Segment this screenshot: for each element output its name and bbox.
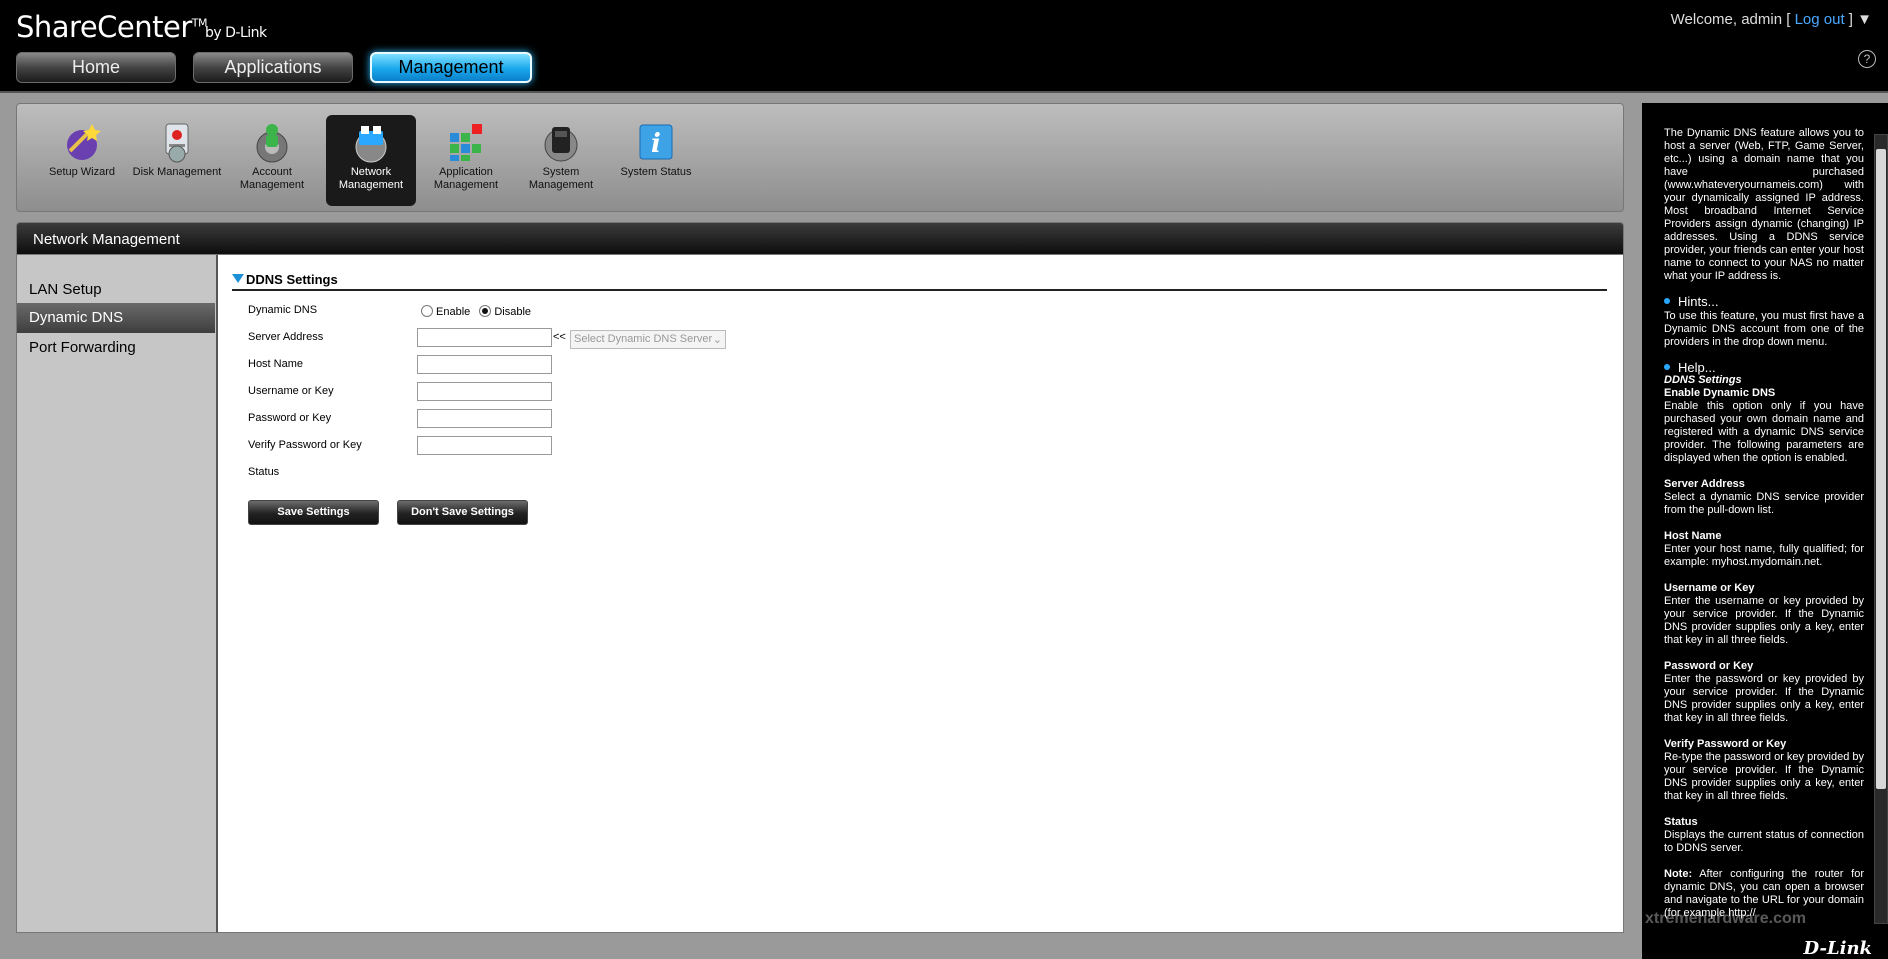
host-name-label: Host Name bbox=[248, 358, 304, 370]
help-item-text: Select a dynamic DNS service provider fr… bbox=[1664, 491, 1864, 516]
main-content: DDNS Settings Dynamic DNS Enable Disable… bbox=[216, 255, 1624, 933]
logout-link[interactable]: Log out bbox=[1795, 11, 1845, 28]
hints-heading[interactable]: Hints... bbox=[1664, 295, 1864, 308]
network-management-button[interactable]: Network Management bbox=[326, 115, 416, 206]
account-management-button[interactable]: Account Management bbox=[227, 115, 317, 206]
network-icon bbox=[355, 126, 387, 163]
help-intro: The Dynamic DNS feature allows you to ho… bbox=[1664, 127, 1864, 282]
section-title[interactable]: DDNS Settings bbox=[232, 272, 1607, 291]
dynamic-dns-radio-group: Enable Disable bbox=[421, 305, 531, 318]
management-icon-bar: Setup Wizard Disk Management Account Man… bbox=[16, 103, 1624, 212]
help-item-title: Enable Dynamic DNS bbox=[1664, 387, 1776, 399]
username-label: Username or Key bbox=[248, 385, 334, 397]
password-input[interactable] bbox=[417, 409, 552, 428]
watermark: xtremehardware.com bbox=[1645, 910, 1806, 927]
svg-text:i: i bbox=[651, 129, 661, 159]
help-item-text: Enter the username or key provided by yo… bbox=[1664, 595, 1864, 646]
panel-title: Network Management bbox=[16, 222, 1624, 255]
system-icon bbox=[544, 127, 578, 162]
scrollbar-thumb[interactable] bbox=[1876, 149, 1886, 789]
server-arrow: << bbox=[553, 331, 566, 343]
help-subtitle: DDNS Settings bbox=[1664, 374, 1742, 386]
tab-management[interactable]: Management bbox=[370, 52, 532, 83]
dont-save-settings-button[interactable]: Don't Save Settings bbox=[397, 500, 528, 525]
help-text: The Dynamic DNS feature allows you to ho… bbox=[1664, 127, 1864, 920]
chevron-down-icon[interactable]: ▼ bbox=[1857, 11, 1872, 28]
disk-icon bbox=[165, 123, 189, 163]
dlink-logo: D-Link bbox=[1803, 938, 1872, 959]
nav-item-dynamic-dns[interactable]: Dynamic DNS bbox=[17, 303, 215, 333]
verify-password-input[interactable] bbox=[417, 436, 552, 455]
help-panel: The Dynamic DNS feature allows you to ho… bbox=[1642, 103, 1888, 959]
welcome-text: Welcome, admin [ Log out ] ▼ bbox=[1670, 11, 1872, 28]
password-label: Password or Key bbox=[248, 412, 332, 424]
help-icon[interactable]: ? bbox=[1858, 50, 1876, 68]
application-management-button[interactable]: Application Management bbox=[421, 115, 511, 206]
status-label: Status bbox=[248, 466, 280, 478]
help-item-title: Status bbox=[1664, 816, 1698, 828]
help-item-text: Enter the password or key provided by yo… bbox=[1664, 673, 1864, 724]
nav-item-lan-setup[interactable]: LAN Setup bbox=[17, 275, 215, 305]
disk-management-button[interactable]: Disk Management bbox=[132, 115, 222, 206]
host-name-input[interactable] bbox=[417, 355, 552, 374]
save-settings-button[interactable]: Save Settings bbox=[248, 500, 379, 525]
help-item-text: Displays the current status of connectio… bbox=[1664, 829, 1864, 854]
chevron-down-icon: ⌄ bbox=[712, 334, 722, 346]
sharecenter-logo: ShareCenterTMby D-Link bbox=[16, 10, 267, 44]
wizard-icon bbox=[67, 124, 101, 160]
tab-home[interactable]: Home bbox=[16, 52, 176, 83]
username-input[interactable] bbox=[417, 382, 552, 401]
bullet-icon bbox=[1664, 364, 1670, 370]
ddns-server-select[interactable]: Select Dynamic DNS Server ⌄ bbox=[570, 330, 726, 349]
account-icon bbox=[256, 124, 288, 163]
info-icon: i bbox=[639, 124, 673, 160]
verify-password-label: Verify Password or Key bbox=[248, 439, 362, 451]
help-item-title: Server Address bbox=[1664, 478, 1745, 490]
hints-text: To use this feature, you must first have… bbox=[1664, 310, 1864, 348]
application-icon bbox=[450, 124, 482, 161]
help-item-text: Enter your host name, fully qualified; f… bbox=[1664, 543, 1864, 568]
help-item-title: Username or Key bbox=[1664, 582, 1755, 594]
help-item-text: Enable this option only if you have purc… bbox=[1664, 400, 1864, 464]
disable-radio[interactable]: Disable bbox=[479, 305, 531, 318]
help-item-title: Verify Password or Key bbox=[1664, 738, 1787, 750]
bullet-icon bbox=[1664, 298, 1670, 304]
help-item-title: Password or Key bbox=[1664, 660, 1754, 672]
server-address-input[interactable] bbox=[417, 328, 552, 347]
top-bar: ShareCenterTMby D-Link Home Applications… bbox=[0, 0, 1888, 93]
server-address-label: Server Address bbox=[248, 331, 324, 343]
setup-wizard-button[interactable]: Setup Wizard bbox=[37, 115, 127, 206]
system-management-button[interactable]: System Management bbox=[516, 115, 606, 206]
help-scrollbar[interactable] bbox=[1874, 134, 1888, 924]
left-nav: LAN Setup Dynamic DNS Port Forwarding bbox=[16, 255, 216, 933]
enable-radio[interactable]: Enable bbox=[421, 305, 470, 318]
tab-applications[interactable]: Applications bbox=[193, 52, 353, 83]
help-item-text: Re-type the password or key provided by … bbox=[1664, 751, 1864, 802]
system-status-button[interactable]: i System Status bbox=[611, 115, 701, 206]
collapse-triangle-icon[interactable] bbox=[232, 274, 244, 283]
help-heading[interactable]: Help... bbox=[1664, 361, 1864, 374]
nav-item-port-forwarding[interactable]: Port Forwarding bbox=[17, 333, 215, 363]
help-item-title: Host Name bbox=[1664, 530, 1722, 542]
dynamic-dns-label: Dynamic DNS bbox=[248, 304, 318, 316]
